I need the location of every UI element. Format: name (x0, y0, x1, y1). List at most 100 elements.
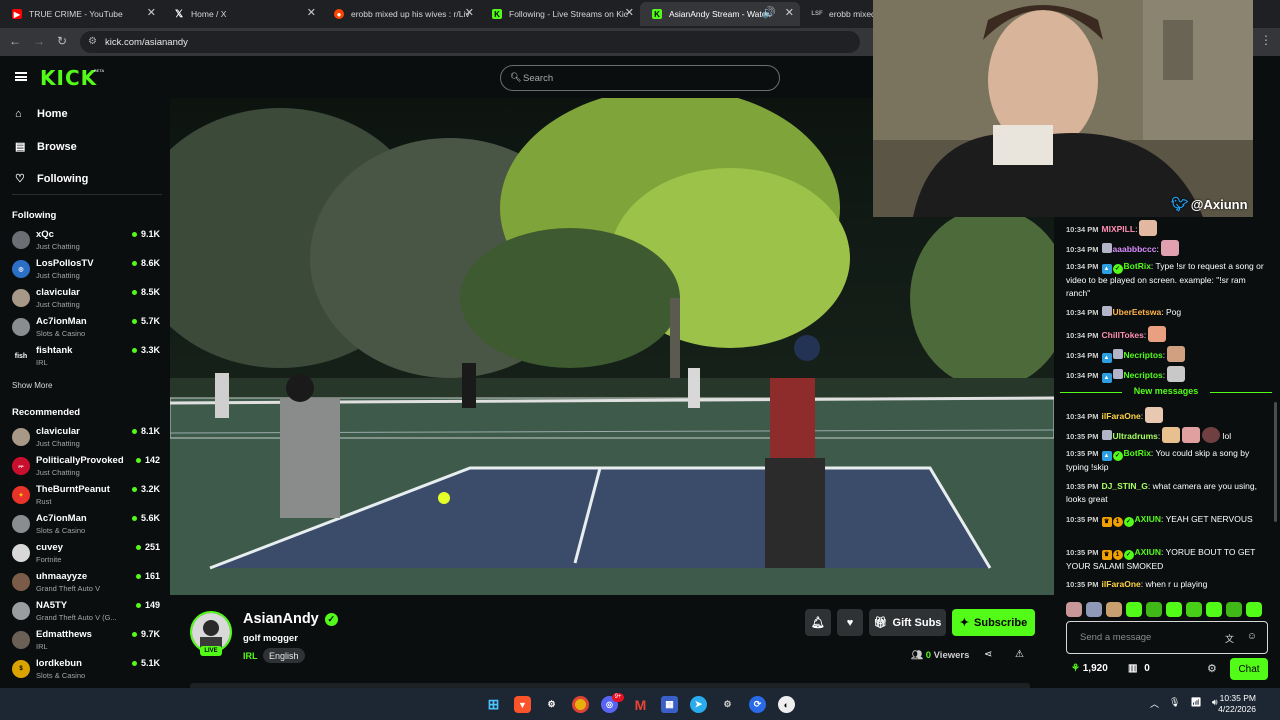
channel-row[interactable]: cuvey Fortnite 251 (12, 541, 162, 569)
report-icon[interactable]: ⚠ (1015, 649, 1024, 660)
chrome-icon[interactable] (572, 696, 589, 713)
channel-row[interactable]: $ lordkebun Slots & Casino 5.1K (12, 657, 162, 685)
channel-points[interactable]: ⚘ 1,920 (1071, 663, 1108, 674)
close-icon[interactable]: ✕ (147, 6, 156, 19)
back-icon[interactable]: ← (9, 34, 21, 48)
gift-subs-button[interactable]: 🎁︎ Gift Subs (869, 609, 946, 636)
chat-message: 10:34 PM ▲ ✓ BotRix: Type !sr to request a … (1066, 261, 1264, 298)
chevron-up-icon[interactable]: ︿ (1150, 697, 1159, 710)
app-icon[interactable]: ◐ (778, 696, 795, 713)
emoji-picker-icon[interactable]: ☺ (1247, 631, 1257, 642)
badge-icon: ▲ (1101, 353, 1112, 363)
avatar (12, 231, 30, 249)
emote-button[interactable] (1126, 602, 1142, 617)
chat-settings-icon[interactable]: ⚙ (1207, 662, 1217, 675)
search-input[interactable]: 🔍︎ Search (500, 65, 780, 91)
channel-row[interactable]: Edmatthews IRL 9.7K (12, 628, 162, 656)
gift-counter[interactable]: ▥ 0 (1128, 663, 1150, 674)
steam-icon[interactable]: ⚙ (543, 696, 560, 713)
live-dot-icon (131, 660, 137, 666)
channel-row[interactable]: clavicular Just Chatting 8.5K (12, 286, 162, 314)
tab-youtube[interactable]: ▶ TRUE CRIME - YouTube ✕ (0, 2, 162, 26)
emote-button[interactable] (1186, 602, 1202, 617)
emote-quick-bar (1066, 602, 1272, 618)
streamer-name[interactable]: AsianAndy ✓ (243, 611, 338, 627)
channel-row[interactable]: Ac7ionMan Slots & Casino 5.7K (12, 315, 162, 343)
show-more-link[interactable]: Show More (12, 381, 52, 390)
emote-button[interactable] (1066, 602, 1082, 617)
emote-button[interactable] (1146, 602, 1162, 617)
reload-icon[interactable]: ↻ (57, 34, 67, 48)
menu-icon[interactable] (15, 72, 27, 81)
telegram-icon[interactable]: ➤ (690, 696, 707, 713)
badge-icon (1101, 306, 1112, 316)
live-dot-icon (135, 602, 141, 608)
chat-scrollbar[interactable] (1274, 402, 1277, 522)
chat-send-button[interactable]: Chat (1230, 658, 1268, 680)
emote-button[interactable] (1086, 602, 1102, 617)
browser-menu-icon[interactable]: ⋮ (1260, 33, 1272, 47)
close-icon[interactable]: ✕ (465, 6, 474, 19)
gmail-icon[interactable]: M (632, 696, 649, 713)
follow-button[interactable]: ♥ (837, 609, 863, 636)
sidebar-item-browse[interactable]: ▤ Browse (15, 140, 77, 154)
channel-row[interactable]: PP PoliticallyProvoked Just Chatting 142 (12, 454, 162, 482)
tab-kick-asianandy[interactable]: K AsianAndy Stream - Watch 🔊 ✕ (640, 2, 800, 26)
channel-row[interactable]: uhmaayyze Grand Theft Auto V 161 (12, 570, 162, 598)
system-clock[interactable]: 10:35 PM 4/22/2026 (1218, 693, 1256, 715)
tab-reddit[interactable]: ● erobb mixed up his wives : r/Liv ✕ (322, 2, 480, 26)
gift-icon: ▥ (1128, 663, 1138, 674)
site-info-icon[interactable]: ⚙ (88, 36, 97, 47)
app-icon[interactable]: ▦ (661, 696, 678, 713)
microphone-icon[interactable]: 🎙︎ (1169, 697, 1180, 710)
live-dot-icon (131, 260, 137, 266)
channel-category: Slots & Casino (36, 671, 86, 680)
translate-icon[interactable]: 文 (1225, 632, 1234, 645)
forward-icon[interactable]: → (33, 34, 45, 48)
channel-row[interactable]: NA5TY Grand Theft Auto V (G... 149 (12, 599, 162, 627)
speaker-icon[interactable]: 🔊 (762, 6, 776, 19)
verified-icon: ✓ (1112, 451, 1123, 461)
channel-row[interactable]: ✦ TheBurntPeanut Rust 3.2K (12, 483, 162, 511)
url-field[interactable]: ⚙ kick.com/asianandy (80, 31, 860, 53)
sidebar-item-following[interactable]: ♡ Following (15, 172, 88, 186)
channel-row[interactable]: clavicular Just Chatting 8.1K (12, 425, 162, 453)
close-icon[interactable]: ✕ (307, 6, 316, 19)
emote-button[interactable] (1226, 602, 1242, 617)
channel-row[interactable]: ◎ LosPollosTV Just Chatting 8.6K (12, 257, 162, 285)
channel-category: Just Chatting (36, 242, 80, 251)
chat-input[interactable]: Send a message 文 ☺ (1066, 621, 1268, 654)
live-dot-icon (131, 515, 137, 521)
channel-row[interactable]: fish fishtank IRL 3.3K (12, 344, 162, 372)
windows-start-icon[interactable]: ⊞ (485, 696, 502, 713)
live-dot-icon (131, 318, 137, 324)
close-icon[interactable]: ✕ (785, 6, 794, 19)
app-icon[interactable]: ⟳ (749, 696, 766, 713)
badge-icon (1101, 243, 1112, 253)
stream-category-link[interactable]: IRL (243, 651, 258, 661)
channel-category: Grand Theft Auto V (36, 584, 101, 593)
notification-bell-button[interactable]: 🔔︎ (805, 609, 831, 636)
emote-button[interactable] (1166, 602, 1182, 617)
language-tag[interactable]: English (263, 648, 305, 663)
tab-kick-following[interactable]: K Following - Live Streams on Kic ✕ (480, 2, 640, 26)
speaker-icon[interactable]: 🔊︎ (1212, 697, 1218, 710)
emote-button[interactable] (1106, 602, 1122, 617)
sidebar-item-home[interactable]: ⌂ Home (15, 108, 68, 120)
channel-row[interactable]: Ac7ionMan Slots & Casino 5.6K (12, 512, 162, 540)
share-icon[interactable]: ⋖ (984, 649, 992, 660)
settings-icon[interactable]: ⚙ (719, 696, 736, 713)
webcam-image (873, 0, 1253, 217)
close-icon[interactable]: ✕ (625, 6, 634, 19)
channel-row[interactable]: xQc Just Chatting 9.1K (12, 228, 162, 256)
reddit-icon: LSF (811, 11, 823, 17)
emote-button[interactable] (1206, 602, 1222, 617)
brave-icon[interactable]: ▼ (514, 696, 531, 713)
tab-x[interactable]: 𝕏 Home / X ✕ (162, 2, 322, 26)
tab-reddit-2[interactable]: LSF erobb mixed u (800, 2, 880, 26)
kick-logo[interactable]: KICK (40, 66, 97, 90)
heart-icon: ♥ (846, 616, 854, 629)
subscribe-button[interactable]: ✦ Subscribe (952, 609, 1035, 636)
wifi-icon[interactable]: 📶︎ (1190, 697, 1201, 710)
emote-button[interactable] (1246, 602, 1262, 617)
